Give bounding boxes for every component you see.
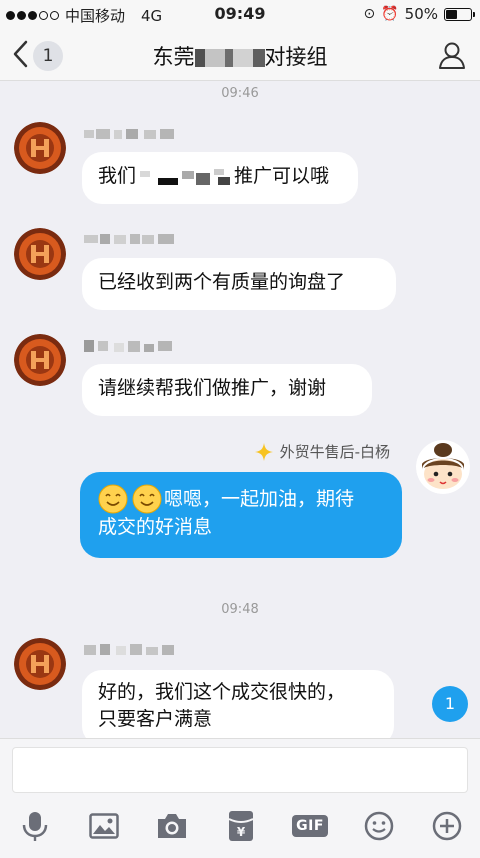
image-button[interactable] xyxy=(87,809,121,843)
plus-icon xyxy=(432,811,462,841)
message-text: 推广可以哦 xyxy=(234,165,330,187)
avatar[interactable] xyxy=(14,334,66,386)
chat-title-suffix: 对接组 xyxy=(264,45,328,69)
smile-emoji-icon xyxy=(98,484,128,514)
message-text: 我们 xyxy=(98,165,137,187)
input-area: ¥ GIF xyxy=(0,738,480,858)
chat-title-prefix: 东莞 xyxy=(152,45,195,69)
my-avatar[interactable] xyxy=(416,440,470,494)
my-sender: 外贸牛售后-白杨 xyxy=(254,441,390,462)
status-bar: 中国移动 4G 09:49 ⊙ ⏰ 50% xyxy=(0,0,480,28)
image-icon xyxy=(89,813,119,839)
message-bubble[interactable]: 好的，我们这个成交很快的， 只要客户满意 xyxy=(82,670,394,746)
sender-name-redacted xyxy=(84,340,172,352)
plus-button[interactable] xyxy=(430,809,464,843)
avatar[interactable] xyxy=(14,228,66,280)
my-message-bubble[interactable]: 嗯嗯，一起加油，期待 成交的好消息 xyxy=(80,472,402,558)
new-message-badge[interactable]: 1 xyxy=(432,686,468,722)
gif-button[interactable]: GIF xyxy=(292,809,328,843)
nav-bar: 1 东莞 对接组 xyxy=(0,28,480,81)
message-text-line2: 只要客户满意 xyxy=(98,708,213,730)
chat-title: 东莞 对接组 xyxy=(0,41,480,71)
svg-text:¥: ¥ xyxy=(237,825,246,839)
my-message-text-line1: 嗯嗯，一起加油，期待 xyxy=(164,487,355,510)
message-bubble[interactable]: 请继续帮我们做推广，谢谢 xyxy=(82,364,372,416)
battery-icon xyxy=(444,7,475,21)
message-input[interactable] xyxy=(12,747,468,793)
red-packet-icon: ¥ xyxy=(228,811,254,841)
camera-button[interactable] xyxy=(155,809,189,843)
mic-icon xyxy=(22,812,48,841)
star-icon xyxy=(254,442,273,461)
redacted-text xyxy=(140,168,231,185)
camera-icon xyxy=(158,814,186,838)
sender-name-redacted xyxy=(84,129,174,139)
timestamp: 09:46 xyxy=(221,86,259,101)
sender-name-redacted xyxy=(84,234,174,244)
redacted-block xyxy=(194,49,265,67)
my-message-text-line2: 成交的好消息 xyxy=(98,516,213,538)
my-sender-name: 外贸牛售后-白杨 xyxy=(279,443,390,461)
battery-percent: 50% xyxy=(404,5,438,23)
avatar[interactable] xyxy=(14,122,66,174)
mic-button[interactable] xyxy=(18,809,52,843)
smile-emoji-icon xyxy=(132,484,162,514)
avatar[interactable] xyxy=(14,638,66,690)
group-icon[interactable] xyxy=(436,39,468,71)
sender-name-redacted xyxy=(84,644,174,655)
emoji-button[interactable] xyxy=(362,809,396,843)
message-bubble[interactable]: 我们 推广可以哦 xyxy=(82,152,358,204)
emoji-icon xyxy=(364,811,394,841)
message-bubble[interactable]: 已经收到两个有质量的询盘了 xyxy=(82,258,396,310)
gif-icon: GIF xyxy=(292,815,328,837)
red-packet-button[interactable]: ¥ xyxy=(224,809,258,843)
input-toolbar: ¥ GIF xyxy=(0,805,480,849)
message-text-line1: 好的，我们这个成交很快的， xyxy=(98,681,346,703)
timestamp: 09:48 xyxy=(221,602,259,617)
rotation-lock-icon: ⊙ xyxy=(363,6,376,22)
alarm-icon: ⏰ xyxy=(381,6,399,22)
